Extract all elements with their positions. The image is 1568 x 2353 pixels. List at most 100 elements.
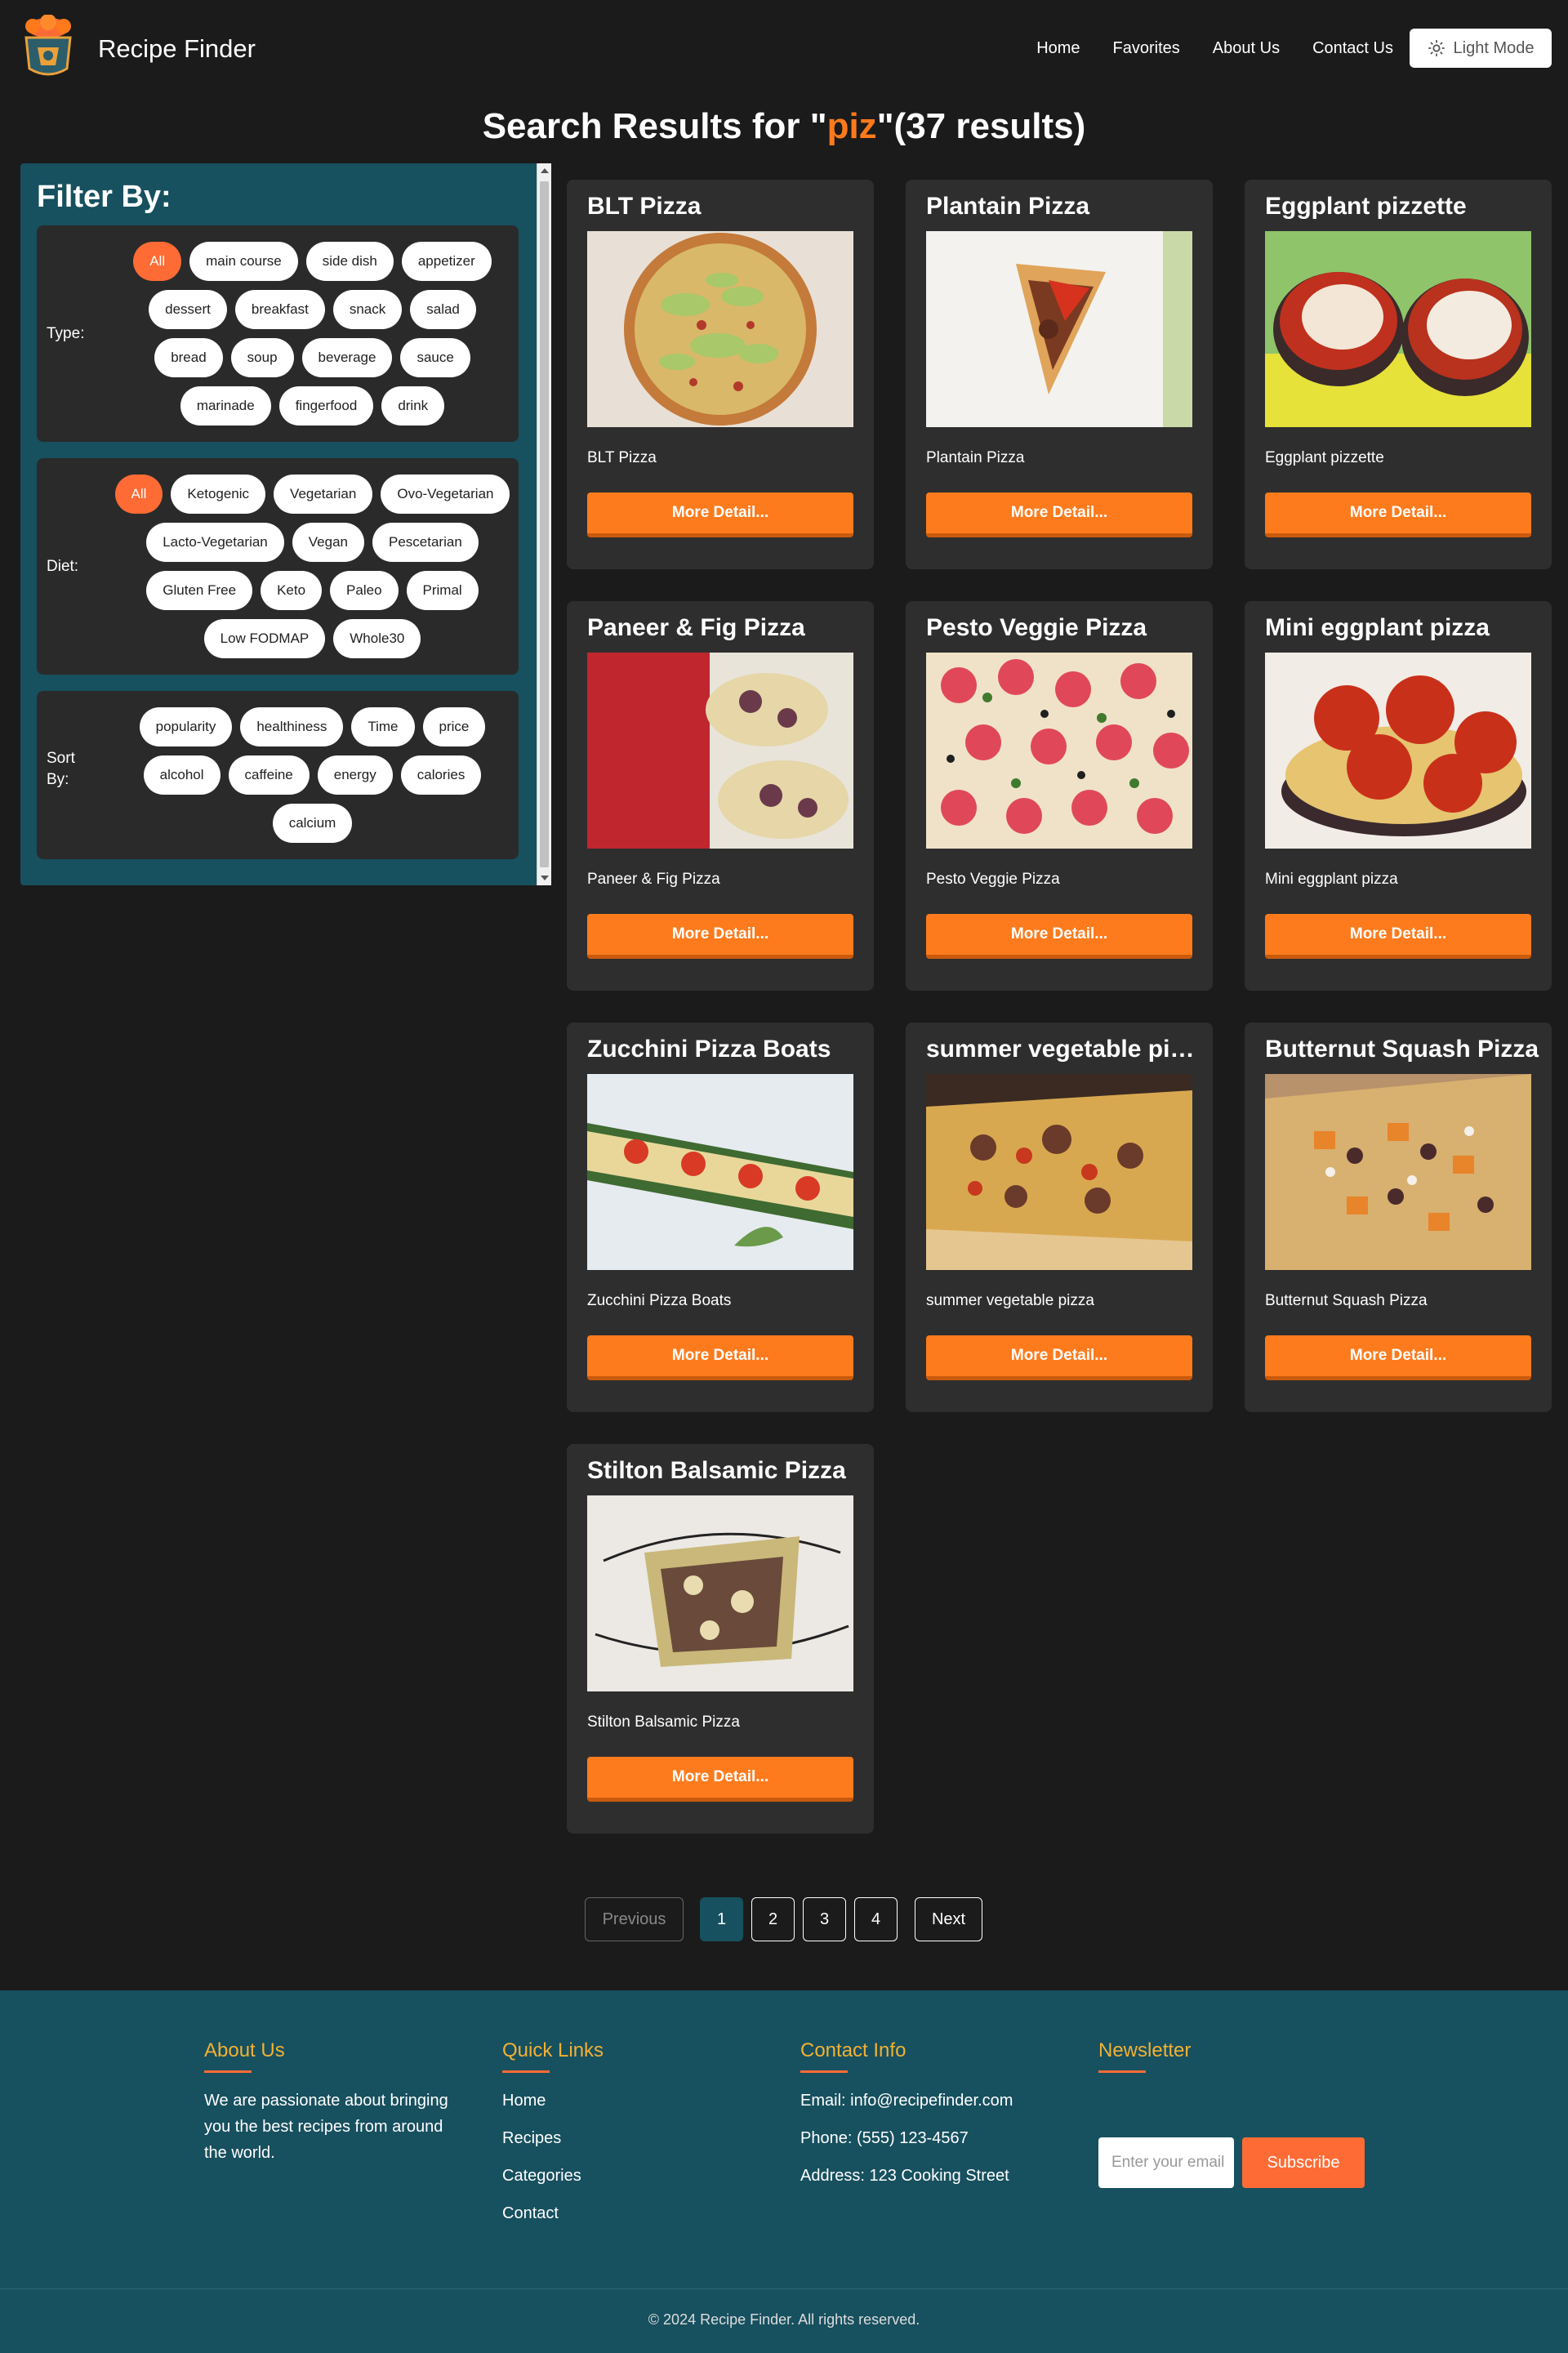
- next-page-button[interactable]: Next: [915, 1897, 982, 1941]
- page-4-button[interactable]: 4: [854, 1897, 898, 1941]
- type-filter-chip[interactable]: drink: [381, 386, 445, 426]
- page-1-button[interactable]: 1: [700, 1897, 743, 1941]
- scrollbar-thumb[interactable]: [540, 181, 549, 867]
- sort-filter-chip[interactable]: caffeine: [228, 755, 310, 795]
- footer-contact-heading: Contact Info: [800, 2039, 906, 2061]
- diet-filter-chip[interactable]: All: [114, 475, 163, 514]
- nav-home[interactable]: Home: [1036, 39, 1080, 58]
- more-detail-button[interactable]: More Detail...: [1265, 492, 1531, 537]
- diet-filter-chip[interactable]: Vegetarian: [274, 475, 373, 514]
- diet-filter-chip[interactable]: Vegan: [292, 523, 364, 562]
- recipe-card-title[interactable]: Butternut Squash Pizza: [1265, 1036, 1543, 1063]
- more-detail-button[interactable]: More Detail...: [1265, 914, 1531, 959]
- diet-filter-chip[interactable]: Primal: [406, 571, 479, 610]
- type-filter-chip[interactable]: All: [133, 242, 182, 281]
- sort-filter-chip[interactable]: calcium: [272, 804, 353, 843]
- footer-about-heading: About Us: [204, 2039, 285, 2061]
- sort-filter-chip[interactable]: alcohol: [143, 755, 220, 795]
- type-filter-chip[interactable]: snack: [332, 290, 403, 329]
- diet-filter-chip[interactable]: Keto: [261, 571, 323, 610]
- recipe-image[interactable]: [1265, 653, 1531, 849]
- more-detail-button[interactable]: More Detail...: [587, 1335, 853, 1380]
- diet-filter-chip[interactable]: Lacto-Vegetarian: [146, 523, 284, 562]
- nav-about-us[interactable]: About Us: [1213, 39, 1280, 58]
- recipe-card: Stilton Balsamic Pizza Stilton Balsamic …: [567, 1444, 874, 1834]
- page-2-button[interactable]: 2: [751, 1897, 795, 1941]
- more-detail-button[interactable]: More Detail...: [587, 1757, 853, 1802]
- recipe-card-title[interactable]: Pesto Veggie Pizza: [926, 614, 1204, 642]
- footer-address: Address: 123 Cooking Street: [800, 2167, 1009, 2185]
- diet-filter-chip[interactable]: Paleo: [330, 571, 399, 610]
- more-detail-button[interactable]: More Detail...: [587, 492, 853, 537]
- recipe-image[interactable]: [1265, 231, 1531, 427]
- filter-title: Filter By:: [37, 180, 172, 214]
- recipe-image[interactable]: [926, 1074, 1192, 1270]
- type-chips: All main course side dish appetizer dessert b…: [114, 242, 510, 426]
- sort-filter-chip[interactable]: healthiness: [240, 707, 344, 746]
- sort-filter-chip[interactable]: price: [422, 707, 486, 746]
- recipe-card: Plantain Pizza Plantain Pizza More Detai…: [906, 180, 1213, 569]
- sort-filter-chip[interactable]: energy: [317, 755, 393, 795]
- subscribe-button[interactable]: Subscribe: [1242, 2137, 1365, 2188]
- type-filter-chip[interactable]: side dish: [305, 242, 394, 281]
- recipe-card-title[interactable]: summer vegetable pizza: [926, 1036, 1204, 1063]
- recipe-card-title[interactable]: Eggplant pizzette: [1265, 193, 1543, 221]
- chef-hat-logo-icon[interactable]: [20, 14, 77, 80]
- diet-filter-chip[interactable]: Gluten Free: [146, 571, 253, 610]
- recipe-card-title[interactable]: Paneer & Fig Pizza: [587, 614, 865, 642]
- recipe-image[interactable]: [587, 1495, 853, 1691]
- type-filter-chip[interactable]: salad: [410, 290, 476, 329]
- footer-link-contact[interactable]: Contact: [502, 2200, 747, 2226]
- type-filter-chip[interactable]: appetizer: [401, 242, 492, 281]
- more-detail-button[interactable]: More Detail...: [1265, 1335, 1531, 1380]
- search-query: piz: [826, 106, 877, 146]
- light-mode-button[interactable]: Light Mode: [1410, 29, 1552, 68]
- brand-name[interactable]: Recipe Finder: [98, 34, 256, 64]
- previous-page-button[interactable]: Previous: [585, 1897, 684, 1941]
- scroll-down-arrow-icon[interactable]: [541, 876, 549, 880]
- footer-link-categories[interactable]: Categories: [502, 2163, 747, 2189]
- recipe-image[interactable]: [926, 653, 1192, 849]
- recipe-card-title[interactable]: Stilton Balsamic Pizza: [587, 1457, 865, 1485]
- sort-chips: popularity healthiness Time price alcohol caf…: [114, 707, 510, 843]
- type-filter-chip[interactable]: marinade: [180, 386, 271, 426]
- scroll-up-arrow-icon[interactable]: [541, 168, 549, 173]
- more-detail-button[interactable]: More Detail...: [926, 914, 1192, 959]
- footer-link-home[interactable]: Home: [502, 2088, 747, 2114]
- recipe-card: Mini eggplant pizza Mini eggplant pizza …: [1245, 601, 1552, 991]
- diet-filter-chip[interactable]: Ketogenic: [171, 475, 266, 514]
- sort-filter-chip[interactable]: calories: [400, 755, 482, 795]
- type-filter-chip[interactable]: bread: [154, 338, 223, 377]
- type-filter-chip[interactable]: fingerfood: [278, 386, 374, 426]
- recipe-card-title[interactable]: Zucchini Pizza Boats: [587, 1036, 865, 1063]
- diet-filter-chip[interactable]: Pescetarian: [372, 523, 479, 562]
- sort-filter-chip[interactable]: popularity: [139, 707, 233, 746]
- recipe-image[interactable]: [926, 231, 1192, 427]
- recipe-image[interactable]: [587, 1074, 853, 1270]
- type-filter-chip[interactable]: dessert: [149, 290, 227, 329]
- recipe-image[interactable]: [1265, 1074, 1531, 1270]
- recipe-card-title[interactable]: BLT Pizza: [587, 193, 865, 221]
- recipe-card-title[interactable]: Mini eggplant pizza: [1265, 614, 1543, 642]
- more-detail-button[interactable]: More Detail...: [926, 492, 1192, 537]
- more-detail-button[interactable]: More Detail...: [587, 914, 853, 959]
- nav-contact-us[interactable]: Contact Us: [1312, 39, 1393, 58]
- recipe-image[interactable]: [587, 231, 853, 427]
- type-filter-chip[interactable]: beverage: [301, 338, 393, 377]
- recipe-image[interactable]: [587, 653, 853, 849]
- type-filter-chip[interactable]: sauce: [400, 338, 470, 377]
- nav-favorites[interactable]: Favorites: [1113, 39, 1180, 58]
- diet-filter-chip[interactable]: Low FODMAP: [203, 619, 326, 658]
- type-filter-chip[interactable]: soup: [230, 338, 294, 377]
- diet-filter-chip[interactable]: Whole30: [333, 619, 421, 658]
- type-filter-chip[interactable]: main course: [189, 242, 298, 281]
- more-detail-button[interactable]: More Detail...: [926, 1335, 1192, 1380]
- sidebar-scrollbar[interactable]: [537, 163, 551, 885]
- type-filter-chip[interactable]: breakfast: [234, 290, 325, 329]
- diet-filter-chip[interactable]: Ovo-Vegetarian: [381, 475, 510, 514]
- newsletter-email-input[interactable]: Enter your email: [1098, 2137, 1234, 2188]
- recipe-card-title[interactable]: Plantain Pizza: [926, 193, 1204, 221]
- page-3-button[interactable]: 3: [803, 1897, 846, 1941]
- sort-filter-chip[interactable]: Time: [351, 707, 415, 746]
- footer-link-recipes[interactable]: Recipes: [502, 2125, 747, 2151]
